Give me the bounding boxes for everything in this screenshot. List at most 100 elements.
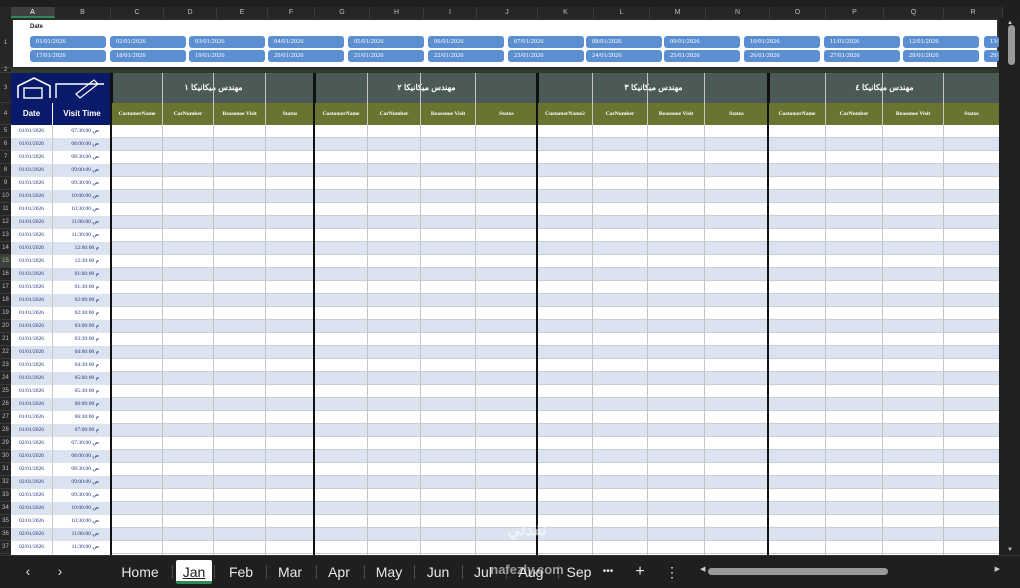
sheet-tab-jan[interactable]: Jan: [176, 560, 212, 584]
row-header-37[interactable]: 37: [0, 541, 11, 554]
table-row[interactable]: 02/01/2026 07:30:00 ص: [11, 437, 999, 450]
visit-time-cell[interactable]: 10:30:00 ص: [53, 515, 111, 528]
table-row[interactable]: 01/01/2026 08:00:00 ص: [11, 138, 999, 151]
table-row[interactable]: 01/01/2026 06:00:00 م: [11, 398, 999, 411]
row-header-35[interactable]: 35: [0, 515, 11, 528]
next-sheet-icon[interactable]: ›: [50, 563, 70, 579]
vertical-scrollbar[interactable]: ▲ ▼: [1003, 18, 1020, 555]
visit-time-cell[interactable]: 11:00:00 ص: [53, 528, 111, 541]
date-cell[interactable]: 01/01/2026: [11, 138, 53, 151]
column-header-b[interactable]: B: [55, 7, 111, 18]
table-row[interactable]: 01/01/2026 12:00:00 م: [11, 242, 999, 255]
column-header-j[interactable]: J: [477, 7, 538, 18]
visit-time-cell[interactable]: 09:30:00 ص: [53, 489, 111, 502]
table-row[interactable]: 01/01/2026 11:00:00 ص: [11, 216, 999, 229]
row-header-16[interactable]: 16: [0, 268, 11, 281]
visit-time-cell[interactable]: 06:30:00 م: [53, 411, 111, 424]
table-row[interactable]: 01/01/2026 08:30:00 ص: [11, 151, 999, 164]
column-header-n[interactable]: N: [706, 7, 770, 18]
row-header-21[interactable]: 21: [0, 333, 11, 346]
date-option[interactable]: 13/: [984, 36, 999, 48]
table-row[interactable]: 02/01/2026 08:00:00 ص: [11, 450, 999, 463]
date-cell[interactable]: 01/01/2026: [11, 346, 53, 359]
date-option[interactable]: 10/01/2026: [744, 36, 820, 48]
sheet-tab-mar[interactable]: Mar: [266, 560, 314, 584]
date-option[interactable]: 09/01/2026: [664, 36, 740, 48]
column-header-c[interactable]: C: [111, 7, 164, 18]
date-option[interactable]: 01/01/2026: [30, 36, 106, 48]
date-cell[interactable]: 01/01/2026: [11, 242, 53, 255]
column-header-k[interactable]: K: [538, 7, 594, 18]
row-header-33[interactable]: 33: [0, 489, 11, 502]
date-cell[interactable]: 01/01/2026: [11, 125, 53, 138]
table-row[interactable]: 01/01/2026 12:30:00 م: [11, 255, 999, 268]
row-header-26[interactable]: 26: [0, 398, 11, 411]
sheet-options-icon[interactable]: ⋮: [662, 560, 682, 584]
row-header-6[interactable]: 6: [0, 138, 11, 151]
date-option[interactable]: 19/01/2026: [189, 50, 265, 62]
table-row[interactable]: 01/01/2026 07:30:00 ص: [11, 125, 999, 138]
visit-time-cell[interactable]: 08:00:00 ص: [53, 138, 111, 151]
date-option[interactable]: 27/01/2026: [824, 50, 900, 62]
row-header-25[interactable]: 25: [0, 385, 11, 398]
date-cell[interactable]: 01/01/2026: [11, 268, 53, 281]
date-cell[interactable]: 01/01/2026: [11, 190, 53, 203]
visit-time-cell[interactable]: 01:00:00 م: [53, 268, 111, 281]
row-header-18[interactable]: 18: [0, 294, 11, 307]
vertical-scroll-thumb[interactable]: [1008, 25, 1015, 65]
horizontal-scrollbar[interactable]: ◀ ▶: [700, 566, 1000, 576]
date-cell[interactable]: 01/01/2026: [11, 294, 53, 307]
table-row[interactable]: 01/01/2026 09:30:00 ص: [11, 177, 999, 190]
date-cell[interactable]: 01/01/2026: [11, 151, 53, 164]
column-header-e[interactable]: E: [217, 7, 268, 18]
table-row[interactable]: 02/01/2026 11:30:00 ص: [11, 541, 999, 554]
row-header-8[interactable]: 8: [0, 164, 11, 177]
table-row[interactable]: 01/01/2026 11:30:00 ص: [11, 229, 999, 242]
row-header-36[interactable]: 36: [0, 528, 11, 541]
column-header-a[interactable]: A: [11, 7, 55, 18]
date-option[interactable]: 12/01/2026: [903, 36, 979, 48]
visit-time-cell[interactable]: 02:30:00 م: [53, 307, 111, 320]
row-header-4[interactable]: 4: [0, 103, 11, 125]
date-cell[interactable]: 02/01/2026: [11, 450, 53, 463]
date-cell[interactable]: 02/01/2026: [11, 476, 53, 489]
date-option[interactable]: 20/01/2026: [268, 50, 344, 62]
date-cell[interactable]: 01/01/2026: [11, 255, 53, 268]
visit-time-cell[interactable]: 05:00:00 م: [53, 372, 111, 385]
date-cell[interactable]: 01/01/2026: [11, 372, 53, 385]
row-header-14[interactable]: 14: [0, 242, 11, 255]
date-option[interactable]: 23/01/2026: [508, 50, 584, 62]
visit-time-cell[interactable]: 11:00:00 ص: [53, 216, 111, 229]
scroll-down-icon[interactable]: ▼: [1007, 547, 1013, 553]
row-header-27[interactable]: 27: [0, 411, 11, 424]
sheet-tab-feb[interactable]: Feb: [218, 560, 264, 584]
row-header-28[interactable]: 28: [0, 424, 11, 437]
visit-time-cell[interactable]: 09:00:00 ص: [53, 164, 111, 177]
row-header-22[interactable]: 22: [0, 346, 11, 359]
visit-time-cell[interactable]: 04:30:00 م: [53, 359, 111, 372]
visit-time-cell[interactable]: 05:30:00 م: [53, 385, 111, 398]
table-row[interactable]: 01/01/2026 01:00:00 م: [11, 268, 999, 281]
visit-time-cell[interactable]: 08:00:00 ص: [53, 450, 111, 463]
column-header-q[interactable]: Q: [884, 7, 944, 18]
date-cell[interactable]: 01/01/2026: [11, 333, 53, 346]
row-header-29[interactable]: 29: [0, 437, 11, 450]
visit-time-cell[interactable]: 11:30:00 ص: [53, 541, 111, 554]
sheet-tab-home[interactable]: Home: [110, 560, 170, 584]
sheet-grid[interactable]: Date 01/01/2026 02/01/2026 03/01/2026 04/01…: [11, 18, 999, 555]
visit-time-cell[interactable]: 06:00:00 م: [53, 398, 111, 411]
table-row[interactable]: 01/01/2026 02:00:00 م: [11, 294, 999, 307]
table-row[interactable]: 01/01/2026 04:00:00 م: [11, 346, 999, 359]
column-header-o[interactable]: O: [770, 7, 826, 18]
row-header-13[interactable]: 13: [0, 229, 11, 242]
visit-time-cell[interactable]: 12:30:00 م: [53, 255, 111, 268]
table-row[interactable]: 01/01/2026 09:00:00 ص: [11, 164, 999, 177]
row-header-20[interactable]: 20: [0, 320, 11, 333]
visit-time-cell[interactable]: 09:30:00 ص: [53, 177, 111, 190]
date-option[interactable]: 04/01/2026: [268, 36, 344, 48]
date-cell[interactable]: 02/01/2026: [11, 463, 53, 476]
row-header-32[interactable]: 32: [0, 476, 11, 489]
visit-time-cell[interactable]: 10:30:00 ص: [53, 203, 111, 216]
visit-time-cell[interactable]: 11:30:00 ص: [53, 229, 111, 242]
table-row[interactable]: 01/01/2026 05:00:00 م: [11, 372, 999, 385]
